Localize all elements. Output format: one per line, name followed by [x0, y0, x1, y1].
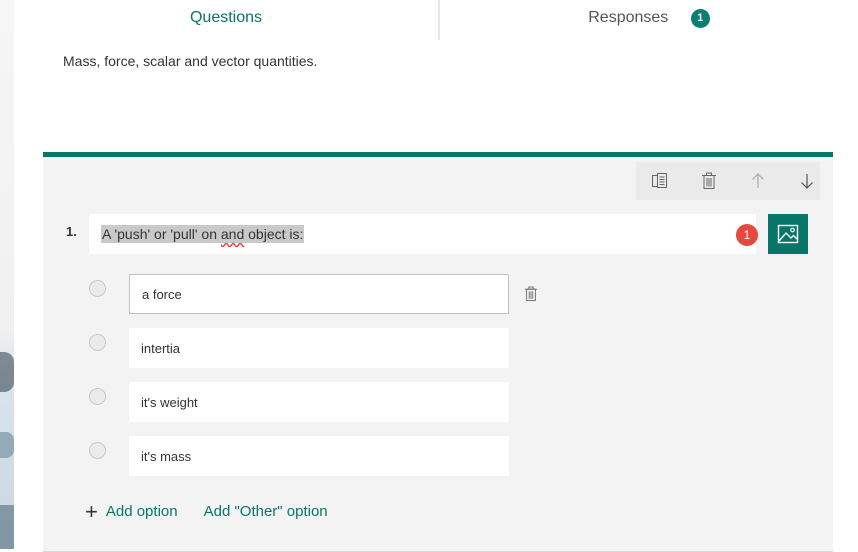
option-row: it's weight [43, 382, 563, 422]
copy-question-button[interactable] [641, 162, 679, 200]
move-up-button[interactable] [739, 162, 777, 200]
option-row: intertia [43, 328, 563, 368]
form-page: Questions Responses 1 Mass, force, scala… [14, 0, 858, 552]
option-input[interactable]: it's weight [129, 382, 509, 422]
trash-icon [702, 172, 716, 189]
insert-image-button[interactable] [768, 214, 808, 254]
image-icon [777, 224, 799, 244]
background-strip [0, 0, 14, 549]
option-input[interactable]: it's mass [129, 436, 509, 476]
question-number: 1. [66, 224, 77, 239]
form-description[interactable]: Mass, force, scalar and vector quantitie… [63, 53, 317, 69]
add-option-row: + Add option Add "Other" option [85, 498, 328, 524]
delete-option-button[interactable] [521, 284, 541, 304]
trash-icon [524, 286, 538, 301]
option-input[interactable]: a force [129, 274, 509, 314]
tab-responses-label: Responses [588, 9, 669, 26]
option-row: a force [43, 274, 563, 314]
plus-icon: + [85, 498, 98, 524]
question-card[interactable]: 1. A 'push' or 'pull' on and object is: … [43, 152, 833, 552]
tab-responses[interactable]: Responses 1 [440, 0, 858, 40]
option-row: it's mass [43, 436, 563, 476]
copy-icon [652, 173, 667, 188]
option-radio[interactable] [89, 280, 106, 297]
question-text-end: object is: [244, 226, 304, 242]
arrow-down-icon [801, 174, 813, 189]
add-option-link[interactable]: Add option [106, 503, 178, 520]
option-radio[interactable] [89, 442, 106, 459]
add-other-option-link[interactable]: Add "Other" option [204, 503, 328, 520]
option-input[interactable]: intertia [129, 328, 509, 368]
misspelled-word[interactable]: and [221, 226, 244, 242]
question-title-text: A 'push' or 'pull' on and object is: [101, 225, 305, 243]
error-count-badge[interactable]: 1 [736, 224, 758, 246]
delete-question-button[interactable] [690, 162, 728, 200]
question-text-start: A 'push' or 'pull' on [102, 226, 221, 242]
option-radio[interactable] [89, 388, 106, 405]
tab-questions-label: Questions [189, 9, 263, 26]
question-toolbar [636, 162, 820, 200]
background-shape [0, 352, 14, 392]
background-shape [0, 432, 14, 458]
move-down-button[interactable] [788, 162, 826, 200]
option-radio[interactable] [89, 334, 106, 351]
background-shape [0, 505, 14, 549]
tab-questions[interactable]: Questions [14, 0, 440, 40]
responses-count-badge: 1 [690, 9, 710, 28]
arrow-up-icon [752, 173, 764, 188]
question-title-input[interactable]: A 'push' or 'pull' on and object is: [89, 214, 756, 254]
